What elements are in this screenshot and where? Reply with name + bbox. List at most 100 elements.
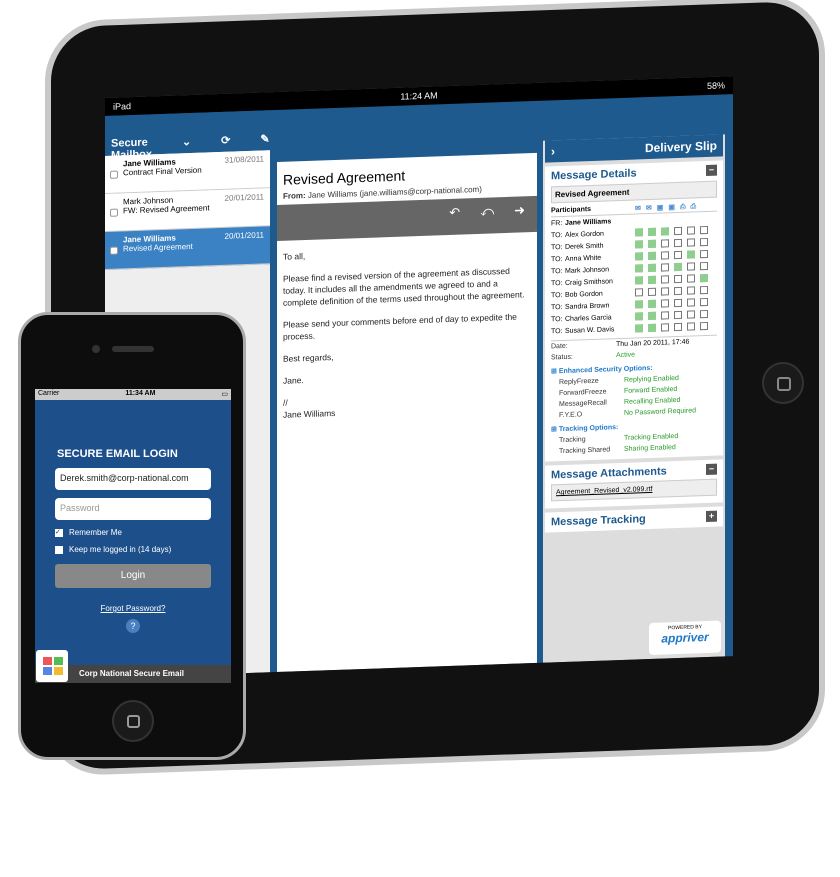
attachments-section: Message Attachments − Agreement_Revised_v… (545, 459, 723, 509)
checkbox-checked-icon: ✓ (55, 528, 63, 537)
login-button[interactable]: Login (55, 564, 211, 588)
sender-name: Jane Williams (565, 217, 612, 227)
date: 20/01/2011 (224, 192, 264, 203)
status-checked (635, 252, 643, 261)
reply-all-icon[interactable]: ⤺ (480, 203, 494, 227)
compose-icon[interactable]: ✎ (260, 132, 269, 150)
status-label: Status: (551, 353, 573, 362)
option-value: Replying Enabled (624, 374, 679, 384)
status-checked (648, 299, 656, 309)
appriver-logo: POWERED BY appriver (649, 620, 721, 656)
attachment-link[interactable]: Agreement_Revised_v2.099.rtf (551, 478, 717, 502)
clock: 11:24 AM (400, 90, 438, 102)
status-unchecked (674, 286, 682, 296)
ipad-home-button[interactable] (762, 362, 804, 404)
message-checkbox[interactable] (110, 246, 118, 255)
option-value: Forward Enabled (624, 386, 678, 395)
security-options: ReplyFreeze Replying Enabled ForwardFreeze… (551, 372, 717, 422)
from-address: Jane Williams (jane.williams@corp-nation… (307, 184, 482, 200)
status-unchecked (687, 298, 695, 307)
body-paragraph: Please send your comments before end of … (283, 311, 517, 342)
status-checked (635, 324, 643, 333)
password-field[interactable]: Password (55, 498, 211, 520)
body-paragraph: To all, (283, 251, 306, 262)
status-unchecked (661, 275, 669, 284)
status-unchecked (700, 321, 708, 331)
status-unchecked (661, 323, 669, 332)
recipient-name: Mark Johnson (565, 265, 609, 275)
message-list-item[interactable]: Jane Williams Revised Agreement 20/01/2011 (105, 226, 270, 270)
recipient-name: Sandra Brown (565, 301, 610, 311)
option-value: Sharing Enabled (624, 444, 676, 453)
option-value: Recalling Enabled (624, 396, 681, 406)
status-unchecked (674, 310, 682, 320)
checkbox-icon (55, 545, 63, 554)
keep-label: Keep me logged in (14 days) (69, 545, 172, 554)
message-list-item[interactable]: Mark Johnson FW: Revised Agreement 20/01/2… (105, 188, 270, 232)
option-name: Tracking (559, 436, 586, 445)
attachments-title[interactable]: Message Attachments (551, 465, 667, 481)
refresh-icon[interactable]: ⟳ (221, 134, 230, 152)
email-field[interactable]: Derek.smith@corp-national.com (55, 468, 211, 490)
forward-icon[interactable]: ➜ (514, 202, 525, 226)
help-icon[interactable]: ? (126, 619, 140, 633)
expand-icon[interactable]: + (706, 510, 717, 523)
message-tracking-title[interactable]: Message Tracking (551, 513, 646, 528)
status-unchecked (661, 251, 669, 260)
status-unchecked (661, 263, 669, 272)
collapse-icon[interactable]: − (706, 463, 717, 476)
body-paragraph: Please find a revised version of the agr… (283, 265, 525, 308)
status-unchecked (674, 274, 682, 284)
option-value: Tracking Enabled (624, 432, 679, 442)
forgot-password-link[interactable]: Forgot Password? (35, 604, 231, 613)
status-unchecked (687, 274, 695, 283)
chevron-down-icon[interactable]: ⌄ (182, 135, 191, 153)
status-unchecked (648, 287, 656, 297)
status-unchecked (674, 250, 682, 260)
status-checked (700, 273, 708, 283)
remember-me-checkbox[interactable]: ✓ Remember Me (55, 528, 211, 537)
status-checked (661, 227, 669, 236)
battery-icon: ▭ (221, 391, 228, 398)
status-checked (648, 227, 656, 237)
status-unchecked (700, 225, 708, 235)
status-unchecked (700, 285, 708, 295)
role: FR: (551, 219, 563, 227)
reply-icon[interactable]: ↶ (449, 205, 460, 229)
status-checked (648, 251, 656, 261)
chevron-right-icon[interactable]: › (551, 144, 555, 158)
body-paragraph: Best regards, (283, 352, 334, 364)
status-unchecked (700, 309, 708, 319)
status-unchecked (687, 286, 695, 295)
status-checked (635, 264, 643, 273)
status-checked (648, 263, 656, 273)
delivery-slip-header: › Delivery Slip (545, 134, 723, 163)
option-name: F.Y.E.O (559, 411, 583, 420)
iphone-screen: Carrier 11:34 AM ▭ SECURE EMAIL LOGIN Dere… (35, 389, 231, 683)
status-unchecked (700, 261, 708, 271)
status-unchecked (687, 310, 695, 319)
message-list-item[interactable]: Jane Williams Contract Final Version 31/08… (105, 150, 270, 194)
home-icon (777, 377, 791, 391)
status-checked (635, 276, 643, 285)
carrier: Carrier (38, 390, 60, 397)
message-checkbox[interactable] (110, 170, 118, 179)
option-value: No Password Required (624, 407, 696, 417)
iphone-home-button[interactable] (112, 700, 154, 742)
status-unchecked (687, 322, 695, 331)
role: TO: (551, 279, 563, 287)
keep-logged-checkbox[interactable]: Keep me logged in (14 days) (55, 545, 211, 554)
message-checkbox[interactable] (110, 208, 118, 217)
message-body: To all, Please find a revised version of … (277, 232, 537, 441)
role: TO: (551, 291, 563, 299)
message-details-title[interactable]: Message Details (551, 167, 637, 182)
collapse-icon[interactable]: − (706, 164, 717, 177)
status-unchecked (700, 237, 708, 247)
brand: appriver (661, 629, 709, 646)
status-unchecked (687, 226, 695, 235)
recipient-list: TO: Alex Gordon TO: Derek Smith TO: Anna Whit… (551, 224, 717, 338)
date: 31/08/2011 (224, 154, 264, 165)
status-value: Active (616, 351, 636, 360)
login-title: SECURE EMAIL LOGIN (57, 448, 178, 460)
mailbox-title[interactable]: Secure Mailbox (111, 136, 152, 162)
